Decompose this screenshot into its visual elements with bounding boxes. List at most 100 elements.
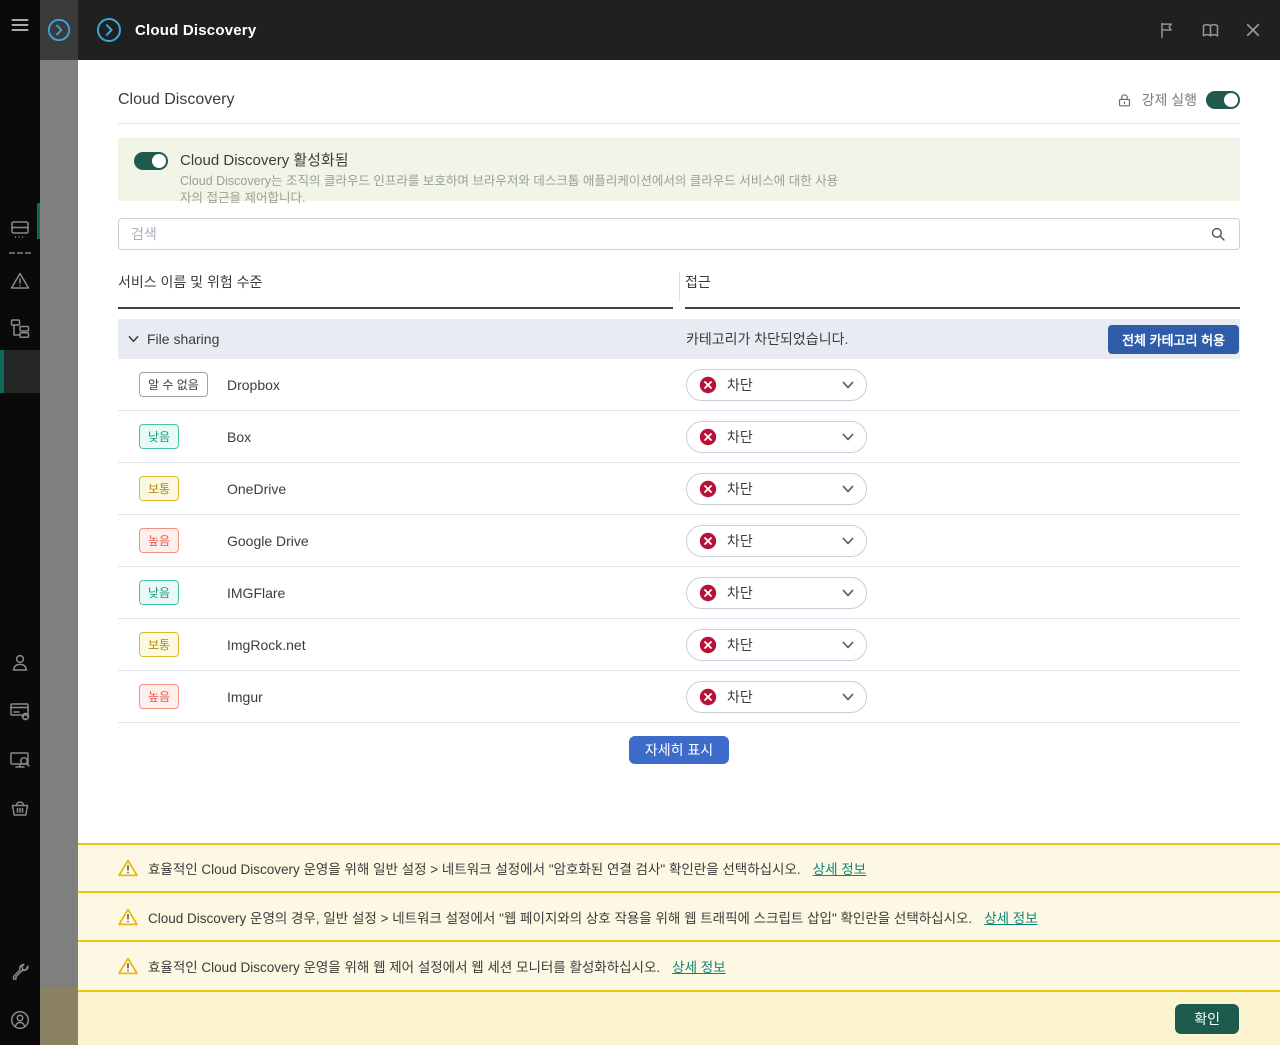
block-icon [699,636,717,654]
table-row: 알 수 없음 Dropbox 차단 [118,359,1240,411]
table-row: 보통 OneDrive 차단 [118,463,1240,515]
app-sidebar [0,0,40,1045]
sidebar-item-users[interactable] [0,651,40,675]
close-icon[interactable] [1244,21,1262,39]
enabled-banner-description: Cloud Discovery는 조직의 클라우드 인프라를 보호하며 브라우저… [180,173,848,207]
confirm-button[interactable]: 확인 [1175,1004,1239,1034]
category-name: File sharing [147,331,219,347]
show-more-button[interactable]: 자세히 표시 [629,736,729,764]
category-status: 카테고리가 차단되었습니다. [686,329,1108,349]
access-dropdown[interactable]: 차단 [686,629,867,661]
service-name: IMGFlare [227,585,686,601]
service-name: Imgur [227,689,686,705]
enabled-banner: Cloud Discovery 활성화됨 Cloud Discovery는 조직… [118,138,1240,201]
search-box [118,218,1240,250]
sidebar-item-device-settings[interactable] [0,699,40,723]
block-icon [699,584,717,602]
sidebar-item-monitoring[interactable] [0,218,40,242]
access-dropdown[interactable]: 차단 [686,525,867,557]
block-icon [699,532,717,550]
warning-triangle-icon [118,908,138,926]
service-name: Box [227,429,686,445]
app-rail [40,0,78,1045]
risk-badge: 낮음 [139,424,179,449]
sidebar-item-alerts[interactable] [0,269,40,293]
access-dropdown[interactable]: 차단 [686,681,867,713]
dimmed-footer-strip [40,988,78,1045]
service-name: OneDrive [227,481,686,497]
sidebar-item-selected[interactable] [0,350,40,393]
topbar: Cloud Discovery [78,0,1280,60]
sidebar-item-device-search[interactable] [0,748,40,772]
column-service-risk: 서비스 이름 및 위험 수준 [118,272,673,309]
warning-banner: 효율적인 Cloud Discovery 운영을 위해 웹 제어 설정에서 웹 … [78,940,1280,990]
panel-header: Cloud Discovery 강제 실행 [118,60,1240,124]
risk-badge: 낮음 [139,580,179,605]
sidebar-item-marketplace[interactable] [0,796,40,820]
cloud-discovery-toggle[interactable] [134,152,168,170]
table-row: 높음 Google Drive 차단 [118,515,1240,567]
panel-footer: 확인 [78,990,1280,1045]
enabled-banner-title: Cloud Discovery 활성화됨 [180,149,848,170]
table-header: 서비스 이름 및 위험 수준 접근 [118,272,1240,309]
lock-icon [1116,92,1133,109]
help-book-icon[interactable] [1200,20,1221,41]
category-row-file-sharing[interactable]: File sharing 카테고리가 차단되었습니다. 전체 카테고리 허용 [118,319,1240,359]
service-name: ImgRock.net [227,637,686,653]
page-title: Cloud Discovery [118,91,234,109]
sidebar-item-account[interactable] [0,1008,40,1032]
table-row: 낮음 Box 차단 [118,411,1240,463]
access-dropdown[interactable]: 차단 [686,473,867,505]
enforce-control: 강제 실행 [1116,90,1240,110]
risk-badge: 보통 [139,632,179,657]
details-link[interactable]: 상세 정보 [813,858,866,878]
block-icon [699,376,717,394]
chevron-down-icon [842,589,854,597]
risk-badge: 보통 [139,476,179,501]
chevron-down-icon[interactable] [128,335,139,343]
chevron-down-icon [842,537,854,545]
chevron-down-icon [842,693,854,701]
access-dropdown[interactable]: 차단 [686,577,867,609]
app-logo-icon[interactable] [47,18,71,42]
search-icon[interactable] [1209,225,1227,243]
chevron-down-icon [842,381,854,389]
table-row: 높음 Imgur 차단 [118,671,1240,723]
warning-banner: Cloud Discovery 운영의 경우, 일반 설정 > 네트워크 설정에… [78,891,1280,940]
chevron-down-icon [842,641,854,649]
app-rail-header [40,0,78,60]
table-row: 보통 ImgRock.net 차단 [118,619,1240,671]
service-name: Google Drive [227,533,686,549]
risk-badge: 높음 [139,684,179,709]
window-title: Cloud Discovery [135,22,256,39]
warning-triangle-icon [118,957,138,975]
risk-badge: 알 수 없음 [139,372,208,397]
access-dropdown[interactable]: 차단 [686,369,867,401]
warning-triangle-icon [118,859,138,877]
chevron-down-icon [842,433,854,441]
hamburger-menu-icon[interactable] [0,15,40,35]
service-name: Dropbox [227,377,686,393]
block-icon [699,428,717,446]
cloud-discovery-logo-icon [96,17,122,43]
flag-icon[interactable] [1157,20,1177,40]
allow-all-category-button[interactable]: 전체 카테고리 허용 [1108,325,1239,354]
block-icon [699,688,717,706]
block-icon [699,480,717,498]
column-divider [679,272,680,301]
details-link[interactable]: 상세 정보 [984,907,1037,927]
enforce-toggle[interactable] [1206,91,1240,109]
chevron-down-icon [842,485,854,493]
details-link[interactable]: 상세 정보 [672,956,725,976]
search-input[interactable] [131,226,1209,242]
warning-banner: 효율적인 Cloud Discovery 운영을 위해 일반 설정 > 네트워크… [78,843,1280,891]
sidebar-item-tools[interactable] [0,960,40,984]
sidebar-item-hierarchy[interactable] [0,316,40,340]
table-row: 낮음 IMGFlare 차단 [118,567,1240,619]
risk-badge: 높음 [139,528,179,553]
column-access: 접근 [685,272,1240,309]
cloud-discovery-panel: Cloud Discovery 강제 실행 Cloud Discovery 활성… [78,60,1280,1045]
access-dropdown[interactable]: 차단 [686,421,867,453]
enforce-label: 강제 실행 [1142,90,1197,110]
panel-spacer [78,777,1280,843]
